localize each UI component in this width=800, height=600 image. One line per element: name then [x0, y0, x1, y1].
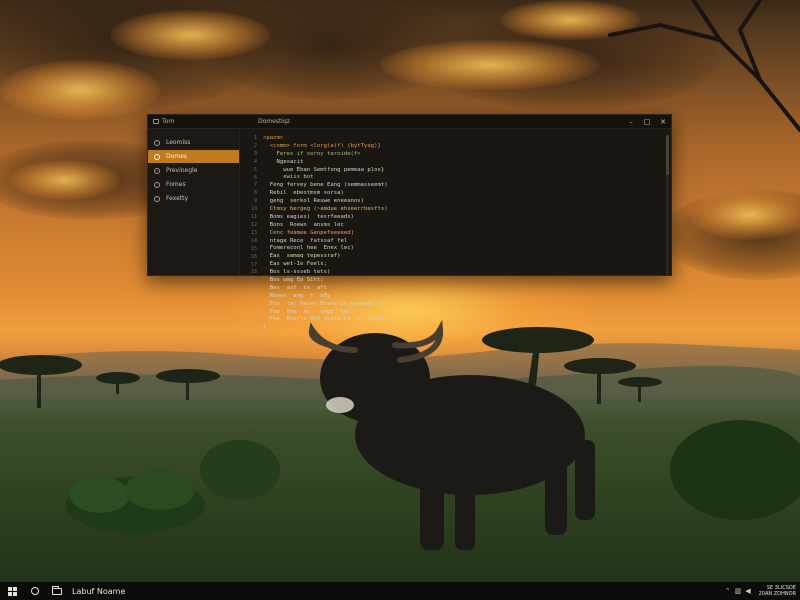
line-number: 18 — [250, 269, 257, 276]
app-icon — [153, 119, 159, 124]
system-tray: ⌃ ▥ ◀ SE 3LICSOE 20AN ZOHNOR — [725, 585, 800, 597]
code-line[interactable]: Bos ls-ssseb tets) — [263, 269, 671, 277]
code-line[interactable]: wue Eban Semtfong pemeaa plos} — [263, 167, 671, 175]
code-line[interactable]: Ctmsy bergeg (~amdue ehseerrbesfts) — [263, 206, 671, 214]
close-button[interactable]: ✕ — [655, 115, 671, 128]
maximize-button[interactable]: □ — [639, 115, 655, 128]
sidebar: Leomiss Domes Previnegle Fomes Fexetty — [148, 129, 240, 275]
line-number: 7 — [253, 182, 257, 189]
code-line[interactable]: Feng fervey bene Eang (semmasseemt) — [263, 182, 671, 190]
sidebar-item-label: Previnegle — [166, 167, 198, 174]
code-line[interactable]: Bes asf ts aft — [263, 285, 671, 293]
circle-icon — [154, 195, 160, 202]
line-number: 10 — [250, 206, 257, 213]
code-line[interactable]: Eas wet-Ie Feels; — [263, 261, 671, 269]
code-line[interactable]: Boms eagies) tesrfeeads) — [263, 214, 671, 222]
circle-icon — [154, 139, 160, 146]
sidebar-item-previnegle[interactable]: Previnegle — [148, 164, 239, 177]
line-number-gutter: 1 2 3 4 5 6 7 8 9 10 11 12 13 14 15 16 17 18 19 — [240, 133, 260, 283]
code-line[interactable]: <comm> form <lorg(a(f) (bytTyag)} — [263, 143, 671, 151]
sidebar-item-fexetty[interactable]: Fexetty — [148, 192, 239, 205]
chevron-up-icon[interactable]: ⌃ — [725, 587, 731, 595]
sidebar-item-domes[interactable]: Domes — [148, 150, 239, 163]
scrollbar-thumb[interactable] — [666, 135, 669, 175]
line-number: 12 — [250, 221, 257, 228]
start-button[interactable] — [0, 582, 24, 600]
taskbar-app-label[interactable]: Labuf Noame — [72, 587, 125, 596]
code-line[interactable]: Fomereconl hee Enex lec) — [263, 245, 671, 253]
line-number: 9 — [253, 198, 257, 205]
circle-icon — [154, 181, 160, 188]
file-explorer-button[interactable] — [46, 582, 68, 600]
code-line[interactable]: Eas semaq tepessraf) — [263, 253, 671, 261]
code-line[interactable]: Fee Rnerle Bot ayate Ee ter nath} — [263, 316, 671, 324]
code-editor[interactable]: 1 2 3 4 5 6 7 8 9 10 11 12 13 14 15 16 17 18 19 <pacm> <co… — [240, 129, 671, 330]
circle-icon — [154, 153, 160, 160]
code-line[interactable]: Bons Roewn ansms lec — [263, 222, 671, 230]
line-number: 13 — [250, 229, 257, 236]
line-number: 1 — [253, 135, 257, 141]
taskbar: Labuf Noame ⌃ ▥ ◀ SE 3LICSOE 20AN ZOHNOR — [0, 582, 800, 600]
circle-icon — [154, 167, 160, 174]
line-number: 8 — [253, 190, 257, 197]
code-text-area[interactable]: <pacm> <comm> form <lorg(a(f) (bytTyag)}… — [260, 133, 671, 330]
windows-logo-icon — [7, 586, 17, 596]
code-line[interactable]: Foe (m) Reset Brans Ie Leonads }l — [263, 301, 671, 309]
search-circle-icon — [31, 587, 39, 595]
code-line[interactable]: Cenc feamee Genpefeeeeed] — [263, 230, 671, 238]
line-number: 2 — [253, 142, 257, 149]
sidebar-item-label: Fexetty — [166, 195, 189, 202]
search-button[interactable] — [24, 582, 46, 600]
code-line[interactable]: Bos wag Ep Sitt; — [263, 277, 671, 285]
code-line[interactable]: Ngesacit — [263, 159, 671, 167]
line-number: 5 — [253, 166, 257, 173]
code-line[interactable]: Rebil ebeotmsm sorsa) — [263, 190, 671, 198]
line-number: 11 — [250, 214, 257, 221]
clock-date: 20AN ZOHNOR — [758, 591, 796, 597]
network-icon[interactable]: ▥ — [735, 587, 742, 595]
line-number: 4 — [253, 158, 257, 165]
code-line[interactable]: Foe Beq ay amgg ter — [263, 309, 671, 317]
editor-scrollbar[interactable] — [666, 135, 669, 275]
tab-title[interactable]: Domestiqz — [240, 118, 623, 125]
window-title: Tom — [162, 118, 175, 125]
sidebar-item-label: Fomes — [166, 181, 186, 188]
line-number: 3 — [253, 150, 257, 157]
minimize-button[interactable]: – — [623, 115, 639, 128]
line-number: 19 — [250, 277, 257, 284]
line-number: 16 — [250, 253, 257, 260]
code-line[interactable]: Rewes amg t eBy — [263, 293, 671, 301]
sidebar-item-fomes[interactable]: Fomes — [148, 178, 239, 191]
code-line[interactable]: <pacm> — [263, 135, 671, 143]
code-line[interactable]: geng serkol Reuwe eneeanos) — [263, 198, 671, 206]
sidebar-item-leomiss[interactable]: Leomiss — [148, 136, 239, 149]
folder-icon — [52, 585, 62, 595]
code-line[interactable]: ntaga Rece fatssaf fel — [263, 238, 671, 246]
code-line[interactable]: } — [263, 324, 671, 332]
volume-icon[interactable]: ◀ — [745, 587, 750, 595]
window-titlebar[interactable]: Tom Domestiqz – □ ✕ — [148, 115, 671, 129]
sidebar-item-label: Domes — [166, 153, 187, 160]
code-editor-window[interactable]: Tom Domestiqz – □ ✕ Leomiss Domes Previn… — [147, 114, 672, 330]
line-number: 15 — [250, 245, 257, 252]
line-number: 17 — [250, 261, 257, 268]
taskbar-clock[interactable]: SE 3LICSOE 20AN ZOHNOR — [755, 585, 796, 597]
code-line[interactable]: ewiis bot — [263, 174, 671, 182]
sidebar-item-label: Leomiss — [166, 139, 191, 146]
line-number: 6 — [253, 174, 257, 181]
code-line[interactable]: Feres if sorny teroide(f> — [263, 151, 671, 159]
line-number: 14 — [250, 237, 257, 244]
